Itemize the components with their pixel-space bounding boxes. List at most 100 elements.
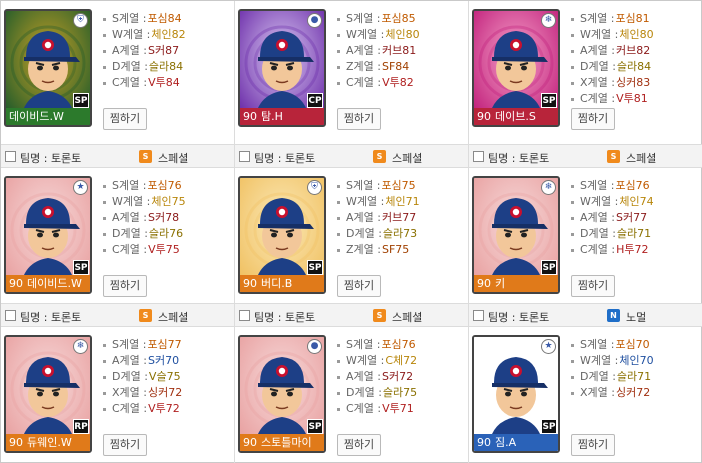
pitch-value: 포심81 (615, 12, 650, 25)
select-checkbox[interactable] (5, 310, 16, 321)
snow-icon: ❄ (73, 339, 88, 354)
pitch-value: 포심85 (381, 12, 416, 25)
pitch-category: W계열 : (580, 195, 619, 208)
player-level: 90 (477, 277, 491, 290)
position-badge: SP (307, 260, 323, 275)
card-header: 팀명 : 토론토 S 스페셜 (1, 144, 234, 168)
select-checkbox[interactable] (473, 151, 484, 162)
card-type-label: 스페셜 (626, 152, 657, 165)
player-level: 90 (477, 436, 491, 449)
pitch-category: D계열 : (112, 60, 148, 73)
wishlist-button[interactable]: 찜하기 (103, 434, 147, 456)
player-card-image[interactable]: ● CP 90 탐.H (238, 9, 326, 127)
pitch-category: W계열 : (346, 354, 385, 367)
pitch-stat-item: S계열 :포심76 (568, 178, 700, 194)
pitch-value: S커87 (147, 44, 180, 57)
pitch-stat-item: S계열 :포심84 (100, 11, 232, 27)
player-name: 탐.H (261, 110, 283, 123)
pitch-stat-item: C계열 :V투82 (334, 75, 466, 91)
pitch-value: 포심76 (381, 338, 416, 351)
team-name-label: 팀명 : 토론토 (488, 311, 550, 324)
pitch-category: A계열 : (346, 211, 381, 224)
pitch-stat-item: C계열 :H투72 (568, 242, 700, 258)
pitch-value: 포심70 (615, 338, 650, 351)
select-checkbox[interactable] (473, 310, 484, 321)
select-checkbox[interactable] (5, 151, 16, 162)
pitch-value: V투84 (148, 76, 180, 89)
pitch-stat-item: A계열 :S커87 (100, 43, 232, 59)
pitch-stat-item: A계열 :커브81 (334, 43, 466, 59)
pitch-value: 포심75 (381, 179, 416, 192)
pitch-category: A계열 : (112, 354, 147, 367)
pitch-category: S계열 : (580, 179, 615, 192)
pitch-value: 체인71 (385, 195, 420, 208)
wishlist-button[interactable]: 찜하기 (103, 275, 147, 297)
pitch-value: 체인70 (619, 354, 654, 367)
pitch-value: V투72 (148, 402, 180, 415)
position-badge: RP (73, 419, 89, 434)
wishlist-button[interactable]: 찜하기 (103, 108, 147, 130)
player-name: 데이비드.W (9, 110, 64, 123)
player-card-image[interactable]: ⛨ SP 데이비드.W (4, 9, 92, 127)
player-card-image[interactable]: ❄ RP 90 듀웨인.W (4, 335, 92, 453)
player-card-image[interactable]: ⛨ SP 90 버디.B (238, 176, 326, 294)
player-card-image[interactable]: ★ SP 90 데이비드.W (4, 176, 92, 294)
player-name-bar: 90 탐.H (240, 108, 324, 125)
card-type-icon: S (139, 150, 152, 163)
pitch-value: 싱커83 (615, 76, 651, 89)
pitch-value: SF84 (381, 60, 410, 73)
pitch-category: Z계열 : (346, 60, 381, 73)
pitch-value: S커78 (147, 211, 180, 224)
pitch-category: W계열 : (346, 28, 385, 41)
card-header: 팀명 : 토론토 S 스페셜 (1, 303, 234, 327)
player-card-image[interactable]: ● SP 90 스토틀마이 (238, 335, 326, 453)
pitch-category: W계열 : (580, 28, 619, 41)
pitch-category: S계열 : (580, 338, 615, 351)
pitch-value: 슬라84 (148, 60, 184, 73)
wishlist-button[interactable]: 찜하기 (337, 275, 381, 297)
pitch-stat-item: W계열 :체인82 (100, 27, 232, 43)
pitch-stats-list: S계열 :포심81 W계열 :체인80 A계열 :커브82 D계열 :슬라84 X계열 … (568, 11, 700, 107)
player-card-cell: ⛨ SP 데이비드.W S계열 :포심84 W계열 :체인82 A계열 :S커87 D계열 … (1, 1, 235, 144)
pitch-stat-item: W계열 :체인80 (568, 27, 700, 43)
pitch-category: C계열 : (112, 243, 148, 256)
wishlist-button[interactable]: 찜하기 (571, 275, 615, 297)
player-level: 90 (9, 436, 23, 449)
pitch-category: C계열 : (346, 402, 382, 415)
wishlist-button[interactable]: 찜하기 (337, 108, 381, 130)
player-card-image[interactable]: ❄ SP 90 데이브.S (472, 9, 560, 127)
pitch-stats-list: S계열 :포심76 W계열 :체인74 A계열 :S커77 D계열 :슬라71 C계열 … (568, 178, 700, 258)
player-name-bar: 90 데이비드.W (6, 275, 90, 292)
card-type-label: 스페셜 (158, 152, 189, 165)
wishlist-button[interactable]: 찜하기 (571, 434, 615, 456)
snow-icon: ❄ (541, 180, 556, 195)
position-badge: SP (541, 419, 557, 434)
player-card-image[interactable]: ❄ SP 90 키 (472, 176, 560, 294)
position-badge: CP (307, 93, 323, 108)
pitch-stat-item: C계열 :V투81 (568, 91, 700, 107)
pitch-category: S계열 : (112, 338, 147, 351)
pitch-stat-item: W계열 :체인74 (568, 194, 700, 210)
pitch-category: D계열 : (580, 60, 616, 73)
card-type-icon: N (607, 309, 620, 322)
team-name-label: 팀명 : 토론토 (254, 152, 316, 165)
player-card-image[interactable]: ★ SP 90 짐.A (472, 335, 560, 453)
select-checkbox[interactable] (239, 310, 250, 321)
wishlist-button[interactable]: 찜하기 (337, 434, 381, 456)
wishlist-button[interactable]: 찜하기 (571, 108, 615, 130)
pitch-category: A계열 : (346, 44, 381, 57)
pitch-stat-item: C계열 :V투84 (100, 75, 232, 91)
player-card-cell: 팀명 : 토론토 S 스페셜 ★ SP 90 데이비드.W S계열 :포심76 W계열 :체인… (1, 144, 235, 303)
pitch-category: C계열 : (580, 92, 616, 105)
select-checkbox[interactable] (239, 151, 250, 162)
player-name-bar: 90 듀웨인.W (6, 434, 90, 451)
player-card-cell: 팀명 : 토론토 S 스페셜 ❄ SP 90 키 S계열 :포심76 W계열 :체인74 A계열… (469, 144, 702, 303)
pitch-stat-item: W계열 :체인80 (334, 27, 466, 43)
position-badge: SP (73, 93, 89, 108)
pitch-category: S계열 : (580, 12, 615, 25)
player-level: 90 (477, 110, 491, 123)
player-name-bar: 90 키 (474, 275, 558, 292)
position-badge: SP (73, 260, 89, 275)
card-type-label: 노멀 (626, 311, 647, 324)
pitch-value: 체인80 (385, 28, 420, 41)
